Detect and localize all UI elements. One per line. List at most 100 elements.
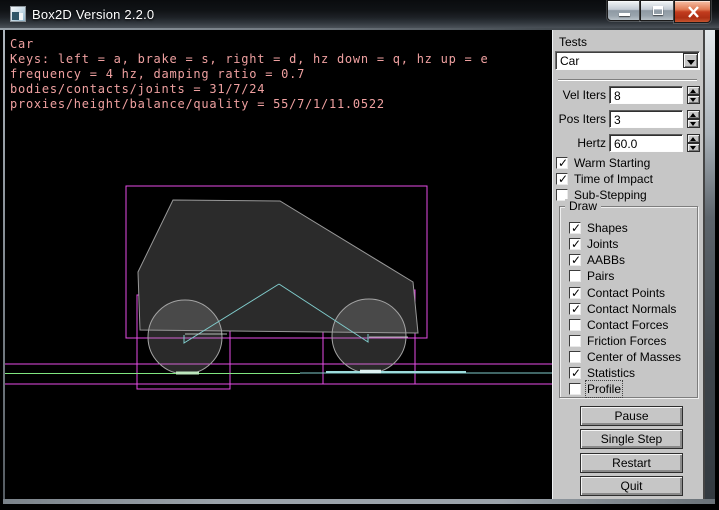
separator [558, 79, 697, 81]
triangle-up-icon [690, 113, 696, 117]
check-icon: ✓ [558, 156, 568, 170]
quit-button[interactable]: Quit [580, 476, 683, 496]
checkbox-box[interactable]: ✓ [569, 254, 581, 266]
spinner-down-button[interactable] [687, 119, 700, 128]
checkbox-label: Time of Impact [574, 172, 653, 186]
spinner-up-button[interactable] [687, 134, 700, 143]
minimize-button[interactable] [607, 0, 640, 21]
checkbox-aabbs[interactable]: ✓ AABBs [569, 253, 625, 267]
frame-bottom [3, 499, 715, 504]
tests-dropdown-button[interactable] [683, 53, 698, 68]
control-panel: Tests Car Vel Iters 8 Pos Iters 3 [552, 30, 705, 499]
box2d-window: Box2D Version 2.2.0 [0, 0, 719, 510]
titlebar[interactable]: Box2D Version 2.2.0 [0, 0, 719, 28]
checkbox-label: Statistics [587, 366, 635, 380]
check-icon: ✓ [571, 366, 581, 380]
vel-iters-spinner [687, 86, 700, 104]
maximize-icon [653, 6, 663, 15]
pos-iters-input[interactable]: 3 [609, 110, 683, 128]
spinner-down-button[interactable] [687, 143, 700, 152]
maximize-button[interactable] [640, 0, 674, 21]
check-icon: ✓ [571, 221, 581, 235]
checkbox-box[interactable]: ✓ [569, 238, 581, 250]
close-icon [687, 6, 700, 18]
hertz-label: Hertz [553, 136, 606, 150]
tests-dropdown-value: Car [560, 54, 579, 68]
checkbox-box[interactable]: ✓ [569, 367, 581, 379]
check-icon: ✓ [571, 302, 581, 316]
checkbox-friction-forces[interactable]: Friction Forces [569, 334, 666, 348]
draw-group-label: Draw [565, 199, 601, 213]
checkbox-box[interactable] [569, 319, 581, 331]
hertz-row: Hertz 60.0 [553, 134, 702, 152]
checkbox-box[interactable] [569, 335, 581, 347]
minimize-icon [619, 13, 630, 16]
vel-iters-row: Vel Iters 8 [553, 86, 702, 104]
restart-button[interactable]: Restart [580, 453, 683, 473]
checkbox-contact-points[interactable]: ✓ Contact Points [569, 286, 665, 300]
checkbox-label: Warm Starting [574, 156, 650, 170]
triangle-up-icon [690, 89, 696, 93]
checkbox-box[interactable]: ✓ [556, 173, 568, 185]
vel-iters-input[interactable]: 8 [609, 86, 683, 104]
checkbox-time-of-impact[interactable]: ✓ Time of Impact [556, 172, 653, 186]
checkbox-label: Joints [587, 237, 618, 251]
checkbox-profile[interactable]: Profile [569, 382, 621, 396]
check-icon: ✓ [571, 253, 581, 267]
checkbox-label: Profile [587, 382, 621, 396]
vel-iters-label: Vel Iters [553, 88, 606, 102]
triangle-down-icon [690, 98, 696, 102]
test-title: Car [10, 37, 488, 52]
tests-dropdown[interactable]: Car [555, 51, 700, 70]
content-area: Car Keys: left = a, brake = s, right = d… [5, 30, 705, 499]
checkbox-label: Pairs [587, 269, 614, 283]
check-icon: ✓ [571, 237, 581, 251]
frequency-line: frequency = 4 hz, damping ratio = 0.7 [10, 67, 488, 82]
checkbox-box[interactable] [569, 270, 581, 282]
bodies-line: bodies/contacts/joints = 31/7/24 [10, 82, 488, 97]
right-wheel [332, 299, 406, 373]
triangle-up-icon [690, 137, 696, 141]
checkbox-box[interactable]: ✓ [569, 287, 581, 299]
checkbox-box[interactable] [569, 383, 581, 395]
triangle-down-icon [690, 146, 696, 150]
single-step-button[interactable]: Single Step [580, 429, 683, 449]
hertz-spinner [687, 134, 700, 152]
checkbox-box[interactable]: ✓ [569, 222, 581, 234]
checkbox-box[interactable]: ✓ [556, 157, 568, 169]
spinner-up-button[interactable] [687, 86, 700, 95]
pos-iters-spinner [687, 110, 700, 128]
spinner-up-button[interactable] [687, 110, 700, 119]
checkbox-contact-forces[interactable]: Contact Forces [569, 318, 668, 332]
checkbox-contact-normals[interactable]: ✓ Contact Normals [569, 302, 676, 316]
checkbox-pairs[interactable]: Pairs [569, 269, 614, 283]
proxies-line: proxies/height/balance/quality = 55/7/1/… [10, 97, 488, 112]
left-wheel [148, 300, 222, 374]
pos-iters-row: Pos Iters 3 [553, 110, 702, 128]
checkbox-box[interactable]: ✓ [569, 303, 581, 315]
spinner-down-button[interactable] [687, 95, 700, 104]
check-icon: ✓ [558, 172, 568, 186]
checkbox-statistics[interactable]: ✓ Statistics [569, 366, 635, 380]
checkbox-label: Center of Masses [587, 350, 681, 364]
checkbox-warm-starting[interactable]: ✓ Warm Starting [556, 156, 650, 170]
checkbox-box[interactable] [569, 351, 581, 363]
triangle-down-icon [690, 122, 696, 126]
checkbox-label: Contact Forces [587, 318, 668, 332]
checkbox-label: Contact Points [587, 286, 665, 300]
checkbox-label: Shapes [587, 221, 628, 235]
keys-help-line: Keys: left = a, brake = s, right = d, hz… [10, 52, 488, 67]
checkbox-shapes[interactable]: ✓ Shapes [569, 221, 628, 235]
hertz-input[interactable]: 60.0 [609, 134, 683, 152]
window-title: Box2D Version 2.2.0 [32, 7, 154, 22]
pause-button[interactable]: Pause [580, 406, 683, 426]
checkbox-label: Contact Normals [587, 302, 676, 316]
checkbox-label: Friction Forces [587, 334, 666, 348]
checkbox-joints[interactable]: ✓ Joints [569, 237, 618, 251]
app-icon [10, 6, 26, 22]
check-icon: ✓ [571, 286, 581, 300]
chevron-down-icon [687, 60, 695, 65]
checkbox-center-of-masses[interactable]: Center of Masses [569, 350, 681, 364]
draw-groupbox: Draw ✓ Shapes ✓ Joints ✓ AABBs Pairs [559, 206, 698, 398]
close-button[interactable] [674, 0, 711, 23]
